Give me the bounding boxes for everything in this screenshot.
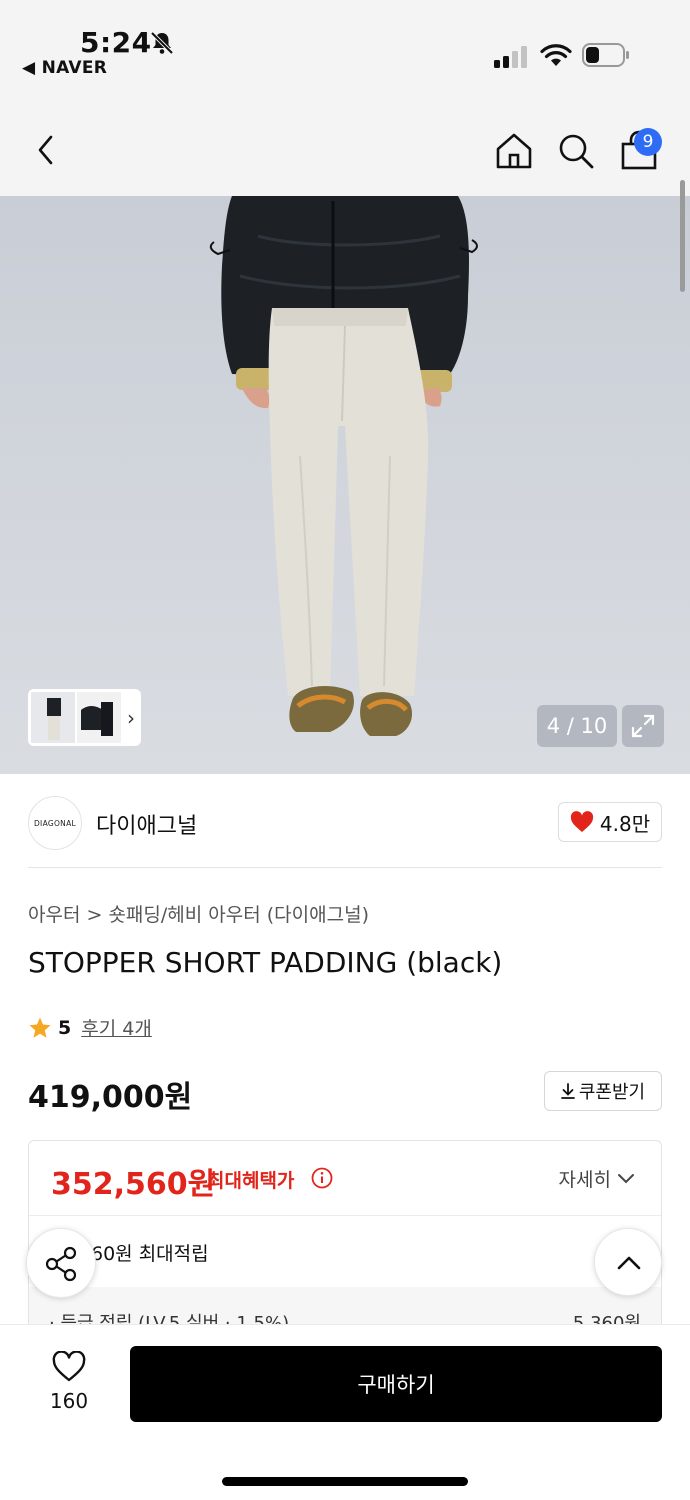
bottom-action-bar: 160 구매하기 [0,1324,690,1500]
max-benefit-price: 352,560원 [51,1167,216,1202]
thumbnail-2[interactable] [77,692,121,743]
status-time: 5:24 [80,26,152,59]
info-icon[interactable] [311,1167,333,1189]
product-photo [209,196,478,736]
chevron-down-icon [618,1173,634,1183]
signal-icon [494,46,527,68]
divider [29,1215,661,1216]
coupon-button[interactable]: 쿠폰받기 [544,1071,662,1111]
expand-button[interactable] [622,705,664,747]
product-price: 419,000원 [28,1080,193,1115]
download-icon [560,1083,575,1099]
wishlist-button[interactable]: 160 [36,1350,102,1413]
battery-icon [582,43,629,67]
brand-row: DIAGONAL 다이애그널 4.8만 [28,796,662,868]
back-to-app-link[interactable]: ◀ NAVER [22,58,107,78]
brand-like-count: 4.8만 [599,811,651,836]
benefit-box: 352,560원 최대혜택가 자세히 60원 최대적립 · 등급 적립 (LV.… [28,1140,662,1340]
benefit-detail-toggle[interactable]: 자세히 [559,1165,635,1192]
heart-filled-icon [570,811,594,832]
brand-like-button[interactable]: 4.8만 [558,802,662,842]
expand-icon [631,714,655,738]
breadcrumb[interactable]: 아우터 > 숏패딩/헤비 아우터 (다이애그널) [28,900,369,927]
top-nav [0,96,690,196]
bell-slash-icon [150,31,174,55]
max-benefit-label: 최대혜택가 [207,1170,295,1192]
star-icon [29,1017,51,1038]
brand-logo[interactable]: DIAGONAL [28,796,82,850]
reviews-link[interactable]: 후기 4개 [81,1014,152,1041]
share-icon [45,1246,77,1282]
image-counter: 4 / 10 [537,705,617,747]
search-icon[interactable] [556,132,596,170]
rating-score: 5 [58,1016,72,1039]
thumbnail-strip[interactable]: › [28,689,141,746]
heart-outline-icon [52,1350,86,1382]
chevron-up-icon [617,1256,641,1270]
product-image-gallery[interactable]: › 4 / 10 [0,196,690,774]
product-title: STOPPER SHORT PADDING (black) [28,946,503,979]
scroll-to-top-button[interactable] [594,1228,662,1296]
wifi-icon [540,44,572,66]
cart-count-badge: 9 [634,128,662,156]
back-chevron-icon[interactable] [28,132,64,168]
status-bar: 5:24 ◀ NAVER [0,0,690,96]
brand-name[interactable]: 다이애그널 [96,808,197,840]
wishlist-count: 160 [49,1389,89,1413]
thumbnail-1[interactable] [31,692,75,743]
buy-button[interactable]: 구매하기 [130,1346,662,1422]
share-button[interactable] [26,1228,96,1298]
home-indicator [222,1477,468,1486]
chevron-right-icon[interactable]: › [127,706,135,730]
max-points-text: 60원 최대적립 [91,1243,209,1265]
rating-row: 5 후기 4개 [28,1014,152,1041]
home-icon[interactable] [494,132,534,170]
page-scrollbar[interactable] [680,180,685,292]
